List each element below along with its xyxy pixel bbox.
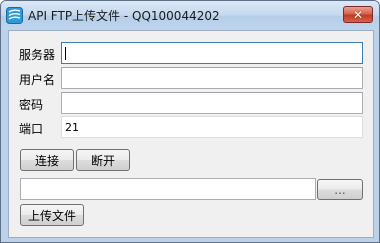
password-label: 密码 (19, 98, 44, 112)
port-input[interactable]: 21 (61, 116, 363, 138)
disconnect-button[interactable]: 断开 (76, 149, 130, 171)
app-window: API FTP上传文件 - QQ100044202 ✕ 服务器 用户名 密码 端… (0, 0, 380, 243)
window-title: API FTP上传文件 - QQ100044202 (28, 9, 220, 23)
close-button[interactable]: ✕ (343, 6, 373, 23)
server-input[interactable] (61, 42, 363, 64)
client-area: 服务器 用户名 密码 端口 21 连接 断开 ... 上传文件 (8, 30, 374, 238)
server-label: 服务器 (19, 48, 56, 62)
browse-button[interactable]: ... (317, 179, 363, 200)
connect-button[interactable]: 连接 (20, 149, 74, 171)
password-input[interactable] (61, 92, 363, 114)
upload-button[interactable]: 上传文件 (20, 204, 84, 226)
port-label: 端口 (19, 122, 44, 136)
file-path-input[interactable] (20, 178, 316, 200)
app-icon (6, 7, 23, 24)
title-bar[interactable]: API FTP上传文件 - QQ100044202 ✕ (1, 1, 379, 30)
username-label: 用户名 (19, 73, 56, 87)
text-caret (65, 47, 66, 60)
close-icon: ✕ (352, 7, 364, 22)
username-input[interactable] (61, 67, 363, 89)
